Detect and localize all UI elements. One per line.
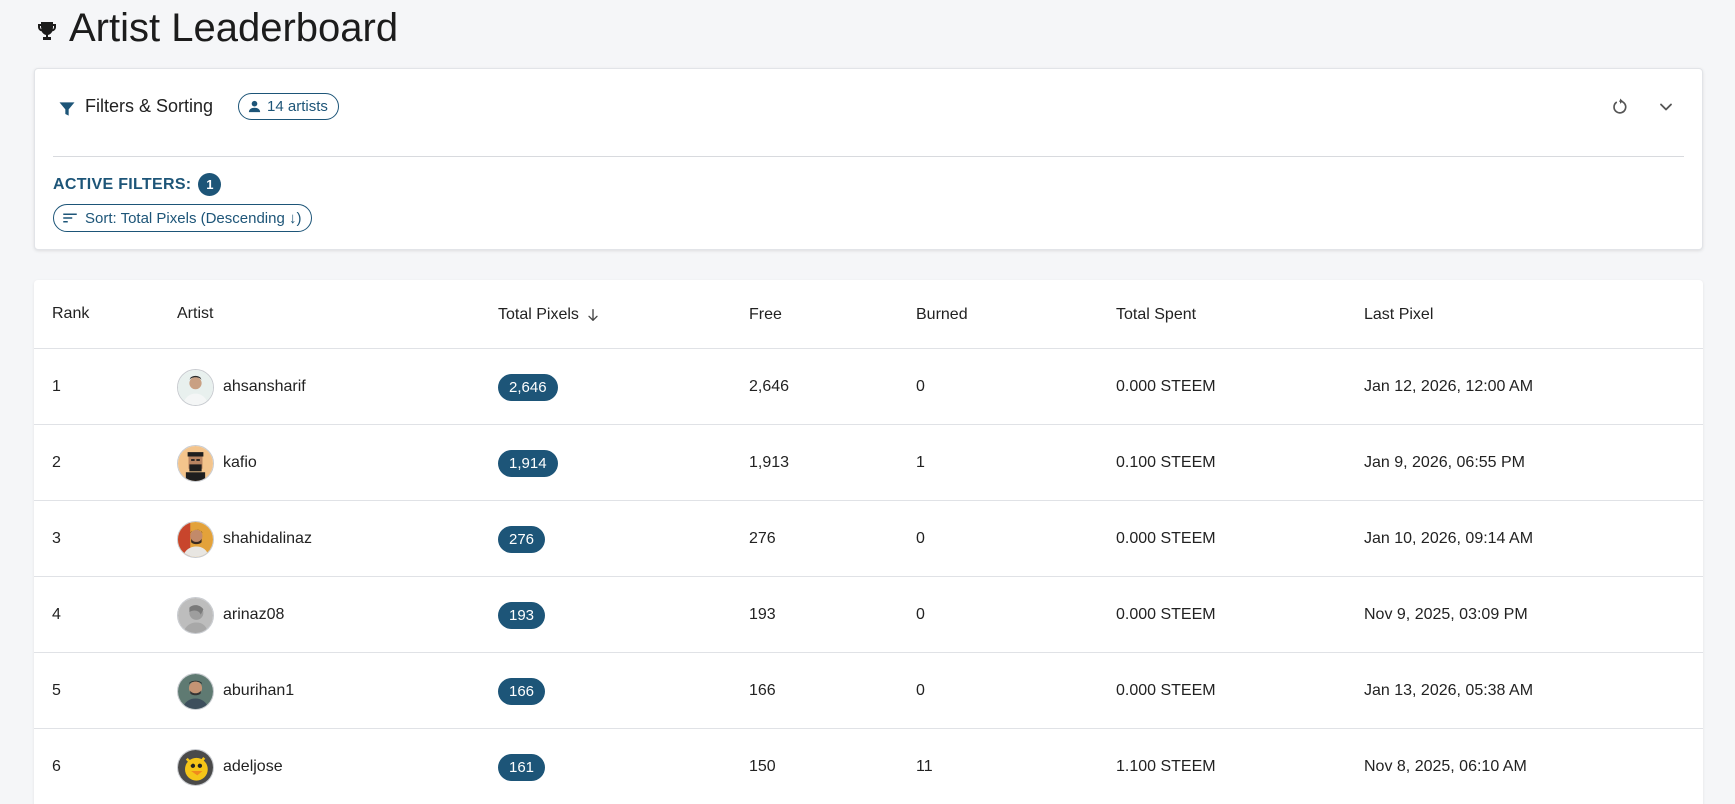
filters-actions bbox=[1610, 97, 1676, 117]
artist-cell[interactable]: ahsansharif bbox=[177, 349, 306, 425]
table-row[interactable]: 5 aburihan1 166 166 0 0.000 STEEM Jan 13… bbox=[34, 653, 1703, 729]
total-spent-cell: 0.000 STEEM bbox=[1116, 606, 1216, 623]
burned-cell: 0 bbox=[916, 378, 925, 395]
header-total-spent[interactable]: Total Spent bbox=[1116, 306, 1196, 324]
total-pixels-badge: 2,646 bbox=[498, 373, 558, 401]
artist-cell[interactable]: shahidalinaz bbox=[177, 501, 312, 577]
total-pixels-badge: 1,914 bbox=[498, 449, 558, 477]
avatar bbox=[177, 596, 214, 634]
artist-count-chip: 14 artists bbox=[238, 93, 339, 120]
rank-cell: 2 bbox=[52, 454, 61, 471]
total-pixels-cell: 2,646 bbox=[498, 349, 558, 425]
rank-cell: 3 bbox=[52, 530, 61, 547]
filters-title: Filters & Sorting bbox=[85, 96, 214, 116]
arrow-down-icon bbox=[588, 309, 598, 321]
page-title: Artist Leaderboard bbox=[35, 6, 398, 51]
total-spent-cell: 0.100 STEEM bbox=[1116, 454, 1216, 471]
total-spent-cell: 1.100 STEEM bbox=[1116, 758, 1216, 775]
header-total-pixels-label: Total Pixels bbox=[498, 306, 579, 323]
refresh-icon[interactable] bbox=[1610, 97, 1630, 117]
free-cell: 276 bbox=[749, 530, 776, 547]
burned-cell: 11 bbox=[916, 758, 933, 775]
last-pixel-cell: Jan 9, 2026, 06:55 PM bbox=[1364, 454, 1525, 471]
last-pixel-cell: Nov 9, 2025, 03:09 PM bbox=[1364, 606, 1528, 623]
total-pixels-cell: 161 bbox=[498, 729, 546, 804]
rank-cell: 4 bbox=[52, 606, 61, 623]
header-rank[interactable]: Rank bbox=[52, 305, 89, 323]
table-row[interactable]: 6 adeljose 161 150 11 1.100 STEEM Nov 8,… bbox=[34, 729, 1703, 804]
header-burned[interactable]: Burned bbox=[916, 306, 968, 324]
total-pixels-badge: 276 bbox=[498, 525, 546, 553]
person-icon bbox=[248, 100, 261, 113]
avatar bbox=[177, 368, 214, 406]
filters-divider bbox=[53, 156, 1684, 157]
header-total-pixels[interactable]: Total Pixels bbox=[498, 306, 601, 324]
total-pixels-badge: 166 bbox=[498, 677, 546, 705]
table-row[interactable]: 1 ahsansharif 2,646 2,646 0 0.000 STEEM … bbox=[34, 349, 1703, 425]
rank-cell: 1 bbox=[52, 378, 61, 395]
artist-name[interactable]: ahsansharif bbox=[223, 378, 306, 396]
header-artist[interactable]: Artist bbox=[177, 305, 213, 323]
total-pixels-badge: 193 bbox=[498, 601, 546, 629]
active-filters: ACTIVE FILTERS: 1 bbox=[53, 173, 222, 196]
artist-name[interactable]: adeljose bbox=[223, 758, 283, 776]
last-pixel-cell: Nov 8, 2025, 06:10 AM bbox=[1364, 758, 1527, 775]
active-filters-label: ACTIVE FILTERS: bbox=[53, 175, 192, 193]
header-free[interactable]: Free bbox=[749, 306, 782, 324]
burned-cell: 0 bbox=[916, 682, 925, 699]
filters-header[interactable]: Filters & Sorting 14 artists bbox=[57, 93, 339, 120]
sort-chip[interactable]: Sort: Total Pixels (Descending ↓) bbox=[53, 204, 313, 232]
last-pixel-cell: Jan 12, 2026, 12:00 AM bbox=[1364, 378, 1534, 395]
avatar bbox=[177, 672, 214, 710]
burned-cell: 1 bbox=[916, 454, 925, 471]
page-title-text: Artist Leaderboard bbox=[69, 6, 399, 50]
total-pixels-cell: 1,914 bbox=[498, 425, 558, 501]
burned-cell: 0 bbox=[916, 530, 925, 547]
table-row[interactable]: 3 shahidalinaz 276 276 0 0.000 STEEM Jan… bbox=[34, 501, 1703, 577]
trophy-icon bbox=[38, 21, 56, 40]
total-pixels-cell: 166 bbox=[498, 653, 546, 729]
avatar bbox=[177, 520, 214, 558]
artist-name[interactable]: aburihan1 bbox=[223, 682, 294, 700]
artist-cell[interactable]: kafio bbox=[177, 425, 257, 501]
table-row[interactable]: 2 kafio 1,914 1,913 1 0.100 STEEM Jan 9,… bbox=[34, 425, 1703, 501]
sort-chip-text: Sort: Total Pixels (Descending ↓) bbox=[85, 209, 302, 227]
free-cell: 193 bbox=[749, 606, 776, 623]
active-filters-count: 1 bbox=[198, 173, 222, 196]
sort-lines-icon bbox=[63, 213, 77, 223]
artist-cell[interactable]: adeljose bbox=[177, 729, 283, 804]
rank-cell: 6 bbox=[52, 758, 61, 775]
header-last-pixel[interactable]: Last Pixel bbox=[1364, 306, 1433, 324]
chevron-down-icon[interactable] bbox=[1656, 97, 1676, 117]
table-row[interactable]: 4 arinaz08 193 193 0 0.000 STEEM Nov 9, … bbox=[34, 577, 1703, 653]
artist-name[interactable]: arinaz08 bbox=[223, 606, 284, 624]
artist-name[interactable]: shahidalinaz bbox=[223, 530, 312, 548]
table-header: Rank Artist Total Pixels Free Burned Tot… bbox=[34, 280, 1703, 349]
leaderboard-table: Rank Artist Total Pixels Free Burned Tot… bbox=[34, 280, 1703, 804]
avatar bbox=[177, 748, 214, 786]
total-spent-cell: 0.000 STEEM bbox=[1116, 378, 1216, 395]
artist-name[interactable]: kafio bbox=[223, 454, 257, 472]
avatar bbox=[177, 444, 214, 482]
artist-count-text: 14 artists bbox=[267, 98, 328, 115]
total-spent-cell: 0.000 STEEM bbox=[1116, 682, 1216, 699]
last-pixel-cell: Jan 10, 2026, 09:14 AM bbox=[1364, 530, 1534, 547]
burned-cell: 0 bbox=[916, 606, 925, 623]
artist-cell[interactable]: aburihan1 bbox=[177, 653, 294, 729]
total-pixels-cell: 193 bbox=[498, 577, 546, 653]
free-cell: 2,646 bbox=[749, 378, 790, 395]
rank-cell: 5 bbox=[52, 682, 61, 699]
free-cell: 166 bbox=[749, 682, 776, 699]
total-pixels-cell: 276 bbox=[498, 501, 546, 577]
free-cell: 1,913 bbox=[749, 454, 790, 471]
artist-cell[interactable]: arinaz08 bbox=[177, 577, 284, 653]
total-spent-cell: 0.000 STEEM bbox=[1116, 530, 1216, 547]
free-cell: 150 bbox=[749, 758, 776, 775]
total-pixels-badge: 161 bbox=[498, 753, 546, 781]
funnel-icon bbox=[59, 101, 75, 116]
last-pixel-cell: Jan 13, 2026, 05:38 AM bbox=[1364, 682, 1534, 699]
filters-panel: Filters & Sorting 14 artists ACTIVE FILT… bbox=[34, 68, 1703, 250]
